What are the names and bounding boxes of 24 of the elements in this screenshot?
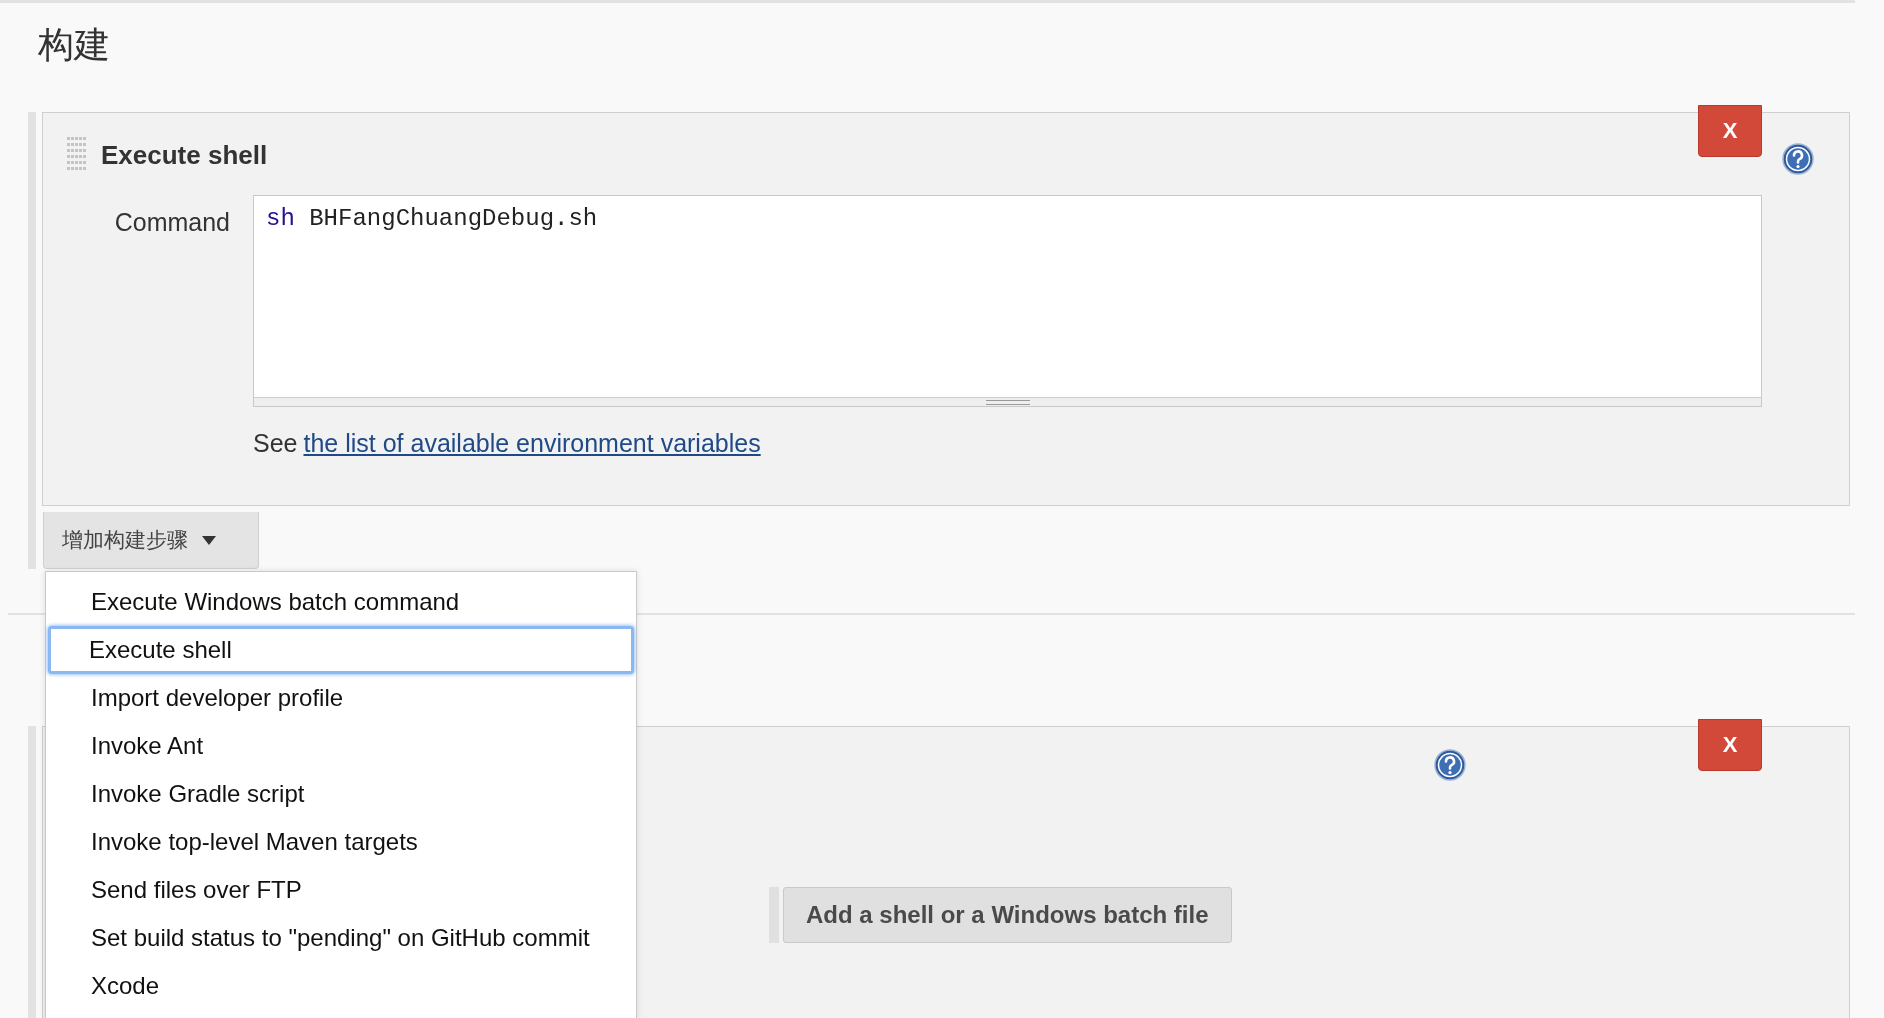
command-field[interactable]: sh BHFangChuangDebug.sh <box>253 195 1762 407</box>
env-variables-link[interactable]: the list of available environment variables <box>303 429 761 458</box>
menu-item[interactable]: Invoke top-level Maven targets <box>48 818 634 866</box>
add-script-button[interactable]: Add a shell or a Windows batch file <box>783 887 1232 943</box>
menu-item[interactable]: Execute Windows batch command <box>48 578 634 626</box>
delete-button[interactable]: X <box>1698 105 1762 157</box>
menu-item[interactable]: Set build status to "pending" on GitHub commit <box>48 914 634 962</box>
delete-button[interactable]: X <box>1698 719 1762 771</box>
menu-item[interactable]: Import developer profile <box>48 674 634 722</box>
menu-item[interactable]: Invoke Gradle script <box>48 770 634 818</box>
help-icon[interactable] <box>1434 749 1466 781</box>
command-label: Command <box>113 207 230 237</box>
add-build-step-button[interactable]: 增加构建步骤 <box>43 512 259 569</box>
resize-handle[interactable] <box>254 397 1761 406</box>
menu-item[interactable]: Send files over FTP <box>48 866 634 914</box>
note-text: See <box>253 429 298 458</box>
help-icon[interactable] <box>1782 143 1814 175</box>
drag-handle-icon[interactable] <box>67 137 87 173</box>
menu-item[interactable]: Invoke Ant <box>48 722 634 770</box>
menu-item[interactable]: Execute shell <box>48 626 634 674</box>
step-title: Execute shell <box>101 139 268 171</box>
menu-item[interactable]: Xcode <box>48 962 634 1010</box>
section-heading: 构建 <box>38 23 110 67</box>
caret-icon <box>202 535 216 545</box>
